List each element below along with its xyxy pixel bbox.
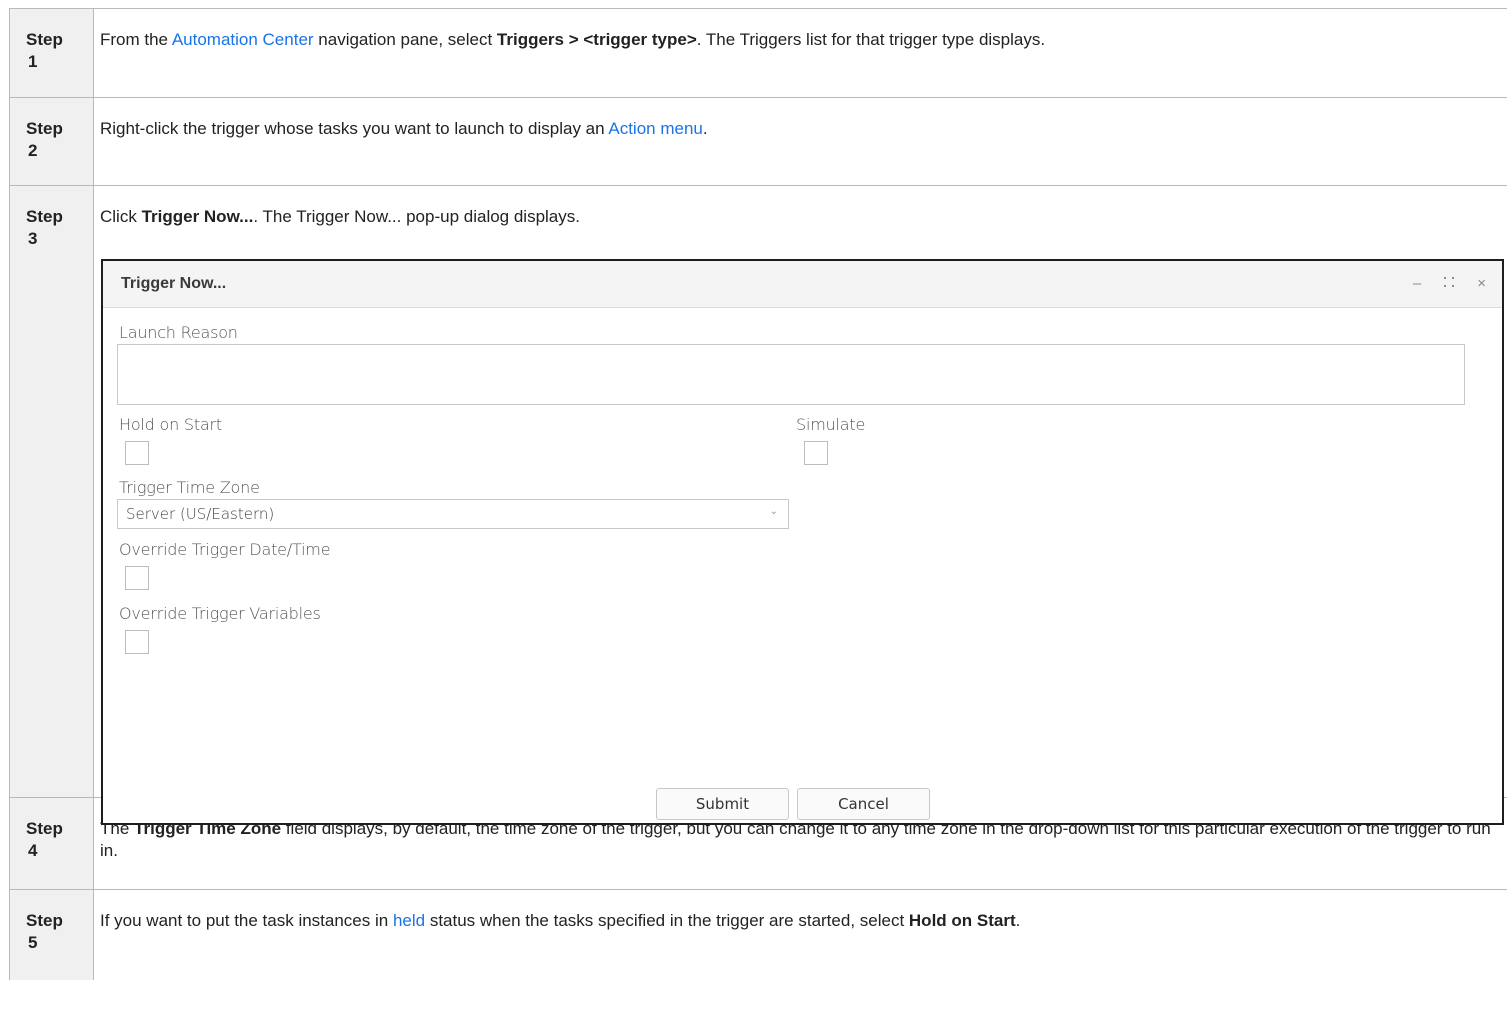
time-zone-value: Server (US/Eastern) (126, 505, 275, 523)
step-number-cell: Step 4 (10, 798, 94, 889)
override-variables-label: Override Trigger Variables (119, 604, 321, 623)
step-word: Step (26, 30, 63, 49)
step-text-post: . (702, 119, 708, 138)
step-number: 2 (28, 141, 38, 160)
launch-reason-input[interactable] (117, 344, 1465, 405)
step-text: Right-click the trigger whose tasks you … (94, 98, 1507, 185)
step-word: Step (26, 207, 63, 226)
step-row-1: Step 1 From the Automation Center naviga… (10, 9, 1507, 98)
step-word: Step (26, 911, 63, 930)
step-text-post: . The Triggers list for that trigger typ… (696, 30, 1046, 49)
step-text-post: field displays, by default, the time zon… (100, 819, 1491, 860)
step-text-post: . (1015, 911, 1021, 930)
launch-reason-label: Launch Reason (119, 323, 238, 342)
dialog-controls: – × (1413, 275, 1486, 292)
hold-on-start-label: Hold on Start (119, 415, 223, 434)
step-number: 4 (28, 841, 38, 860)
step-number-cell: Step 2 (10, 98, 94, 185)
held-link[interactable]: held (393, 911, 425, 930)
trigger-now-dialog: Trigger Now... – × Launch Reason Hold on… (101, 259, 1504, 825)
step-number: 5 (28, 933, 38, 952)
step-text-bold: Triggers > <trigger type> (496, 30, 697, 49)
override-datetime-label: Override Trigger Date/Time (119, 540, 331, 559)
step-text-pre: Click (100, 207, 142, 226)
step-word: Step (26, 819, 63, 838)
chevron-down-icon: ⌄ (769, 506, 778, 517)
step-number-cell: Step 1 (10, 9, 94, 97)
step-word: Step (26, 119, 63, 138)
step-number-cell: Step 3 (10, 186, 94, 797)
time-zone-select[interactable]: Server (US/Eastern) ⌄ (117, 499, 789, 529)
step-text-bold: Hold on Start (908, 911, 1016, 930)
step-number-cell: Step 5 (10, 890, 94, 980)
step-text-pre: From the (100, 30, 172, 49)
submit-button[interactable]: Submit (656, 788, 789, 820)
step-text-post: . The Trigger Now... pop-up dialog displ… (253, 207, 580, 226)
dialog-header: Trigger Now... – × (103, 261, 1502, 308)
action-menu-link[interactable]: Action menu (608, 119, 703, 138)
simulate-label: Simulate (796, 415, 866, 434)
hold-on-start-checkbox[interactable] (125, 441, 149, 465)
step-text-pre: Right-click the trigger whose tasks you … (100, 119, 609, 138)
step-text-pre: If you want to put the task instances in (100, 911, 393, 930)
step-text-mid: status when the tasks specified in the t… (425, 911, 909, 930)
step-row-5: Step 5 If you want to put the task insta… (10, 890, 1507, 980)
step-text-mid: navigation pane, select (313, 30, 497, 49)
override-variables-checkbox[interactable] (125, 630, 149, 654)
step-text: If you want to put the task instances in… (94, 890, 1507, 980)
step-number: 1 (28, 52, 38, 71)
override-datetime-checkbox[interactable] (125, 566, 149, 590)
dialog-title: Trigger Now... (121, 275, 227, 292)
step-number: 3 (28, 229, 38, 248)
minimize-icon[interactable]: – (1413, 275, 1421, 292)
automation-center-link[interactable]: Automation Center (172, 30, 314, 49)
close-icon[interactable]: × (1477, 275, 1486, 292)
simulate-checkbox[interactable] (804, 441, 828, 465)
cancel-button[interactable]: Cancel (797, 788, 930, 820)
step-row-2: Step 2 Right-click the trigger whose tas… (10, 98, 1507, 186)
step-text-bold: Trigger Now... (141, 207, 254, 226)
maximize-icon[interactable] (1443, 275, 1455, 292)
time-zone-label: Trigger Time Zone (119, 478, 260, 497)
step-text: From the Automation Center navigation pa… (94, 9, 1507, 97)
